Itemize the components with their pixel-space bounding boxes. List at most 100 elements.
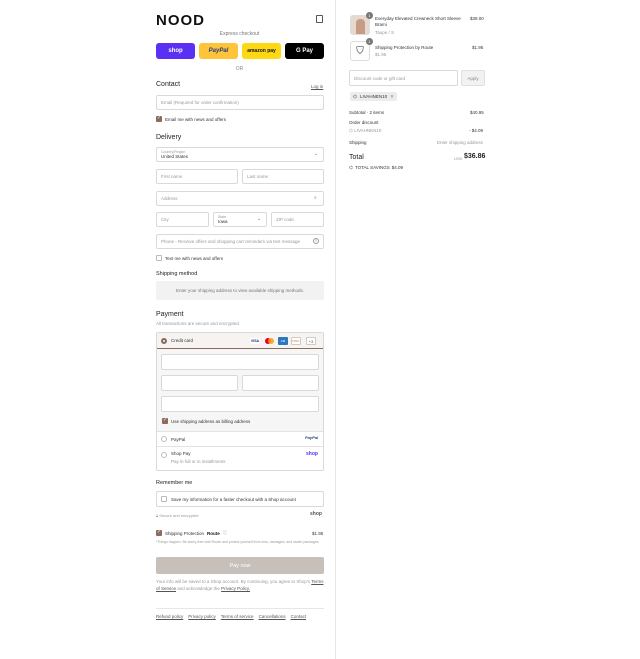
city-field[interactable]: City — [156, 212, 209, 227]
help-icon[interactable]: ? — [313, 238, 319, 244]
expiration-field[interactable] — [161, 375, 238, 391]
shop-pay-option[interactable] — [157, 446, 323, 470]
discover-icon: DISC — [291, 337, 301, 345]
shipping-value: Enter shipping address — [437, 140, 484, 145]
text-checkbox-row[interactable]: Text me with news and offers — [156, 255, 223, 261]
country-select[interactable]: Country/Region United States — [156, 147, 324, 162]
name-on-card-field[interactable] — [161, 396, 319, 412]
shop-pay-radio-wrap[interactable] — [161, 452, 167, 460]
country-value: United States — [161, 154, 189, 159]
discount-code-label: LIVAHNEN10 — [354, 128, 382, 133]
payment-subtitle: All transactions are secure and encrypte… — [156, 321, 241, 326]
item-price: $39.00 — [470, 16, 484, 21]
item-variant: Taupe / S — [375, 30, 395, 35]
security-code-field[interactable] — [242, 375, 319, 391]
last-name-field[interactable]: Last name — [242, 169, 324, 184]
legal-text: Your info will be saved to a Shop accoun… — [156, 579, 324, 592]
cancellations-link[interactable]: Cancellations — [259, 614, 286, 619]
save-info-field[interactable]: Save my information for a faster checkou… — [156, 491, 324, 507]
discount-tag: ⌬ LIVAHNEN10 ✕ — [350, 92, 397, 101]
billing-checkbox[interactable] — [162, 417, 168, 424]
zip-field[interactable]: ZIP code — [271, 212, 324, 227]
first-name-field[interactable]: First name — [156, 169, 238, 184]
order-discount-label: Order discount — [349, 120, 379, 125]
search-icon: ⌕ — [314, 195, 317, 201]
amex-icon: AM — [278, 337, 288, 345]
shipping-protection-checkbox[interactable] — [156, 529, 162, 536]
mastercard-icon — [264, 338, 274, 344]
billing-checkbox-row[interactable]: Use shipping address as billing address — [162, 417, 251, 424]
tag-icon: ⌬ — [349, 128, 353, 133]
tag-icon: ⌬ — [353, 93, 357, 99]
shopping-bag-icon[interactable] — [316, 15, 323, 23]
secure-note: 🔒︎ Secure and encrypted — [156, 513, 198, 518]
billing-label: Use shipping address as billing address — [171, 418, 251, 424]
save-info-checkbox[interactable] — [161, 496, 167, 502]
item-quantity-badge: 1 — [366, 38, 373, 45]
savings-value: $4.09 — [391, 165, 404, 170]
news-checkbox-row[interactable]: Email me with news and offers — [156, 115, 226, 122]
discount-value: - $4.09 — [469, 128, 484, 133]
subtotal-value: $40.95 — [470, 110, 484, 115]
lock-icon: 🔒︎ — [156, 513, 159, 518]
phone-field[interactable]: Phone - Receive offers and shopping cart… — [156, 234, 324, 249]
privacy-link[interactable]: Privacy Policy. — [221, 586, 250, 591]
shipping-protection-row[interactable]: Shipping Protection Route ⓘ — [156, 529, 228, 536]
shop-pay-label: Shop Pay — [171, 451, 191, 456]
news-checkbox[interactable] — [156, 115, 162, 122]
checkout-form-panel: NOOD Express checkout shop PayPal amazon… — [0, 0, 336, 659]
login-link[interactable]: Log in — [311, 84, 323, 89]
subtotal-label: Subtotal · 2 items — [349, 110, 385, 115]
remove-discount-icon[interactable]: ✕ — [390, 94, 394, 100]
credit-card-radio[interactable] — [161, 337, 167, 344]
shop-pay-button[interactable]: shop — [156, 43, 195, 59]
contact-link[interactable]: Contact — [291, 614, 307, 619]
privacy-policy-link[interactable]: Privacy policy — [188, 614, 216, 619]
shop-pay-label: shop — [168, 48, 183, 54]
shipping-protection-price: $1.95 — [312, 531, 324, 536]
state-value: Iowa — [218, 219, 228, 224]
amazon-pay-button[interactable]: amazon pay — [242, 43, 281, 59]
shop-pay-subtitle: Pay in full or in installments — [171, 459, 226, 464]
paypal-radio[interactable] — [161, 436, 167, 442]
paypal-button[interactable]: PayPal — [199, 43, 238, 59]
savings-label: TOTAL SAVINGS — [354, 165, 390, 170]
info-icon[interactable]: ⓘ — [223, 530, 228, 536]
discount-code-field[interactable]: Discount code or gift card — [349, 70, 458, 86]
total-savings: ⌬ TOTAL SAVINGS $4.09 — [349, 165, 403, 171]
apply-button[interactable]: Apply — [461, 70, 485, 86]
paypal-option[interactable]: PayPal — [157, 431, 323, 446]
paypal-label: PayPal — [208, 48, 229, 54]
footer-links: Refund policy Privacy policy Terms of se… — [156, 614, 306, 619]
pay-now-button[interactable]: Pay now — [156, 557, 324, 574]
legal-text-1: Your info will be saved to a Shop accoun… — [156, 579, 311, 584]
footer-divider — [156, 608, 324, 609]
total-value: $36.86 — [464, 153, 486, 160]
contact-heading: Contact — [156, 81, 181, 88]
refund-policy-link[interactable]: Refund policy — [156, 614, 183, 619]
item-name: Everyday Elevated Crewneck Short Sleeve … — [375, 16, 461, 27]
secure-label: Secure and encrypted — [159, 513, 199, 518]
visa-icon: VISA — [250, 338, 260, 344]
discount-tag-code: LIVAHNEN10 — [359, 94, 388, 99]
currency-label: USD — [454, 156, 463, 161]
discount-code-row: ⌬ LIVAHNEN10 — [349, 128, 381, 134]
shipping-methods-placeholder: Enter your shipping address to view avai… — [156, 281, 324, 300]
shipping-method-heading: Shipping method — [156, 271, 198, 277]
terms-of-service-link[interactable]: Terms of service — [221, 614, 254, 619]
amazon-pay-label: amazon pay — [247, 48, 276, 54]
shop-pay-radio[interactable] — [161, 452, 167, 458]
email-field[interactable]: Email (Required for order confirmation) — [156, 95, 324, 110]
card-number-field[interactable] — [161, 354, 319, 370]
store-logo[interactable]: NOOD — [156, 12, 205, 29]
remember-me-heading: Remember me — [156, 480, 193, 486]
total-label: Total — [349, 154, 364, 161]
shop-logo: shop — [310, 511, 322, 517]
address-field[interactable]: Address — [156, 191, 324, 206]
text-label: Text me with news and offers — [165, 255, 223, 261]
item-variant: $1.95 — [375, 52, 387, 57]
text-checkbox[interactable] — [156, 255, 162, 261]
credit-card-label: Credit card — [171, 338, 194, 343]
shipping-protection-note: *Things happen. Be worry-free with Route… — [156, 540, 320, 544]
google-pay-button[interactable]: G Pay — [285, 43, 324, 59]
